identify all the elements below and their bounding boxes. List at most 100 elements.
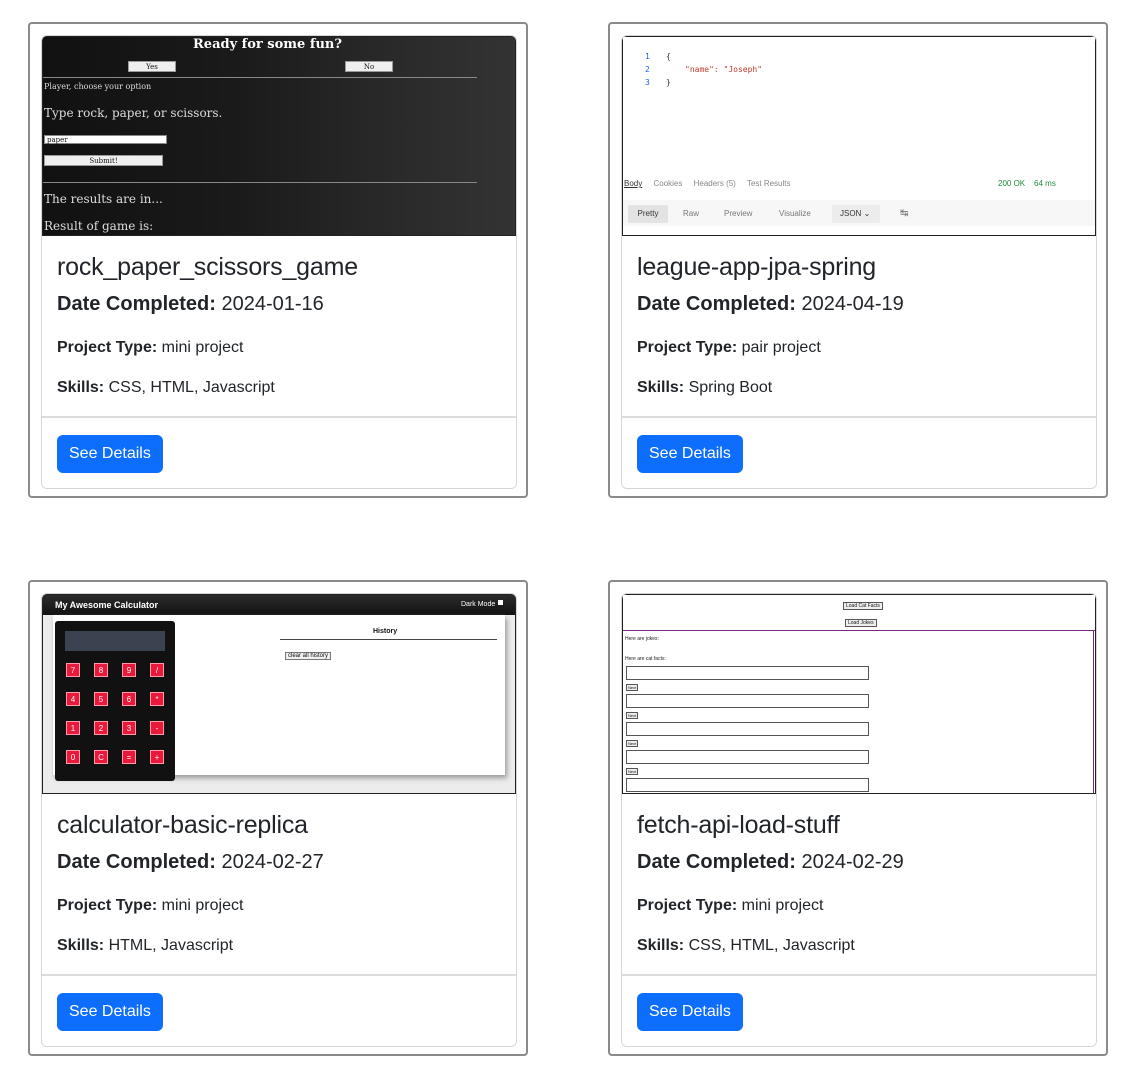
thumb-heading: Ready for some fun? [193,37,342,52]
calc-display [65,631,165,651]
view-raw: Raw [683,209,700,218]
divider [280,639,497,640]
date-completed: Date Completed: 2024-02-27 [57,851,324,874]
skills: Skills: CSS, HTML, Javascript [57,379,275,397]
calc-key: 8 [94,663,108,677]
line-number: 3 [645,78,650,87]
skills-label: Skills: [637,379,685,396]
calc-key: / [150,663,164,677]
load-facts-button: Load Cat Facts [843,602,883,610]
thumb-submit-button: Submit! [44,155,163,166]
date-completed: Date Completed: 2024-04-19 [637,293,904,316]
project-card-frame: 1 2 3 { "name": "Joseph" } Body Cookies … [608,22,1108,498]
response-status: 200 OK 64 ms [998,179,1056,188]
calc-key: 1 [66,721,80,735]
line-number: 2 [645,65,650,74]
skills-label: Skills: [637,937,685,954]
project-thumbnail: Ready for some fun? Yes No Player, choos… [42,36,516,236]
skills-label: Skills: [57,379,105,396]
calc-app-title: My Awesome Calculator [55,600,159,610]
card-footer: See Details [42,974,516,1046]
facts-label: Here are cat facts: [625,656,666,662]
dark-mode-label: Dark Mode [461,601,496,608]
date-value: 2024-02-27 [221,851,324,873]
calc-key: 5 [94,692,108,706]
calc-key: 9 [122,663,136,677]
fact-button: Next [626,684,639,691]
skills-value: HTML, Javascript [108,937,234,954]
date-completed: Date Completed: 2024-02-29 [637,851,904,874]
date-value: 2024-01-16 [221,293,324,315]
type-value: pair project [741,339,821,356]
calc-key: 0 [66,750,80,764]
see-details-button[interactable]: See Details [57,435,163,473]
divider [43,182,477,183]
clear-history-button: clear all history [285,652,332,660]
jokes-label: Here are jokes: [625,636,659,642]
see-details-button[interactable]: See Details [637,435,743,473]
see-details-button[interactable]: See Details [637,993,743,1031]
card-title: rock_paper_scissors_game [57,253,358,281]
view-preview: Preview [724,209,753,218]
load-jokes-button: Load Jokes [845,619,877,627]
type-label: Project Type: [637,897,738,914]
skills-value: Spring Boot [688,379,773,396]
tab-body: Body [624,179,643,188]
skills: Skills: HTML, Javascript [57,937,233,955]
type-value: mini project [161,897,244,914]
chevron-down-icon: ⌄ [863,209,871,218]
date-label: Date Completed: [57,851,216,873]
skills: Skills: CSS, HTML, Javascript [637,937,855,955]
project-card-frame: Ready for some fun? Yes No Player, choos… [28,22,528,498]
fact-box [626,666,869,680]
date-label: Date Completed: [637,851,796,873]
date-value: 2024-04-19 [801,293,904,315]
type-label: Project Type: [57,897,158,914]
calc-key: 6 [122,692,136,706]
response-time: 64 ms [1034,179,1056,188]
calc-key: C [94,750,108,764]
thumb-results-text: The results are in... [44,192,163,206]
project-card-frame: Load Cat Facts Load Jokes Here are jokes… [608,580,1108,1056]
wrap-icon: ↹ [900,208,909,219]
code-line: "name": "Joseph" [685,65,763,74]
card-footer: See Details [42,416,516,488]
history-heading: History [373,628,398,635]
date-completed: Date Completed: 2024-01-16 [57,293,324,316]
calc-key: 4 [66,692,80,706]
fact-button: Next [626,712,639,719]
tab-test-results: Test Results [746,179,791,188]
project-type: Project Type: pair project [637,339,821,357]
card-title: fetch-api-load-stuff [637,811,840,839]
divider [1093,631,1094,793]
skills-value: CSS, HTML, Javascript [108,379,275,396]
see-details-button[interactable]: See Details [57,993,163,1031]
thumb-result-line: Result of game is: [44,219,154,233]
project-thumbnail: Load Cat Facts Load Jokes Here are jokes… [622,594,1096,794]
fact-button: Next [626,768,639,775]
project-type: Project Type: mini project [637,897,823,915]
dark-mode-checkbox [498,600,503,605]
calc-topbar: My Awesome Calculator Dark Mode [43,595,515,615]
thumb-input: paper [44,135,167,144]
skills-label: Skills: [57,937,105,954]
project-thumbnail: My Awesome Calculator Dark Mode 7 8 9 / 4 5 6 *… [42,594,516,794]
date-label: Date Completed: [57,293,216,315]
project-card: 1 2 3 { "name": "Joseph" } Body Cookies … [621,35,1097,489]
status-code: 200 OK [998,179,1026,188]
card-title: calculator-basic-replica [57,811,308,839]
calc-key: - [150,721,164,735]
project-thumbnail: 1 2 3 { "name": "Joseph" } Body Cookies … [622,36,1096,236]
fact-box [626,694,869,708]
tab-cookies: Cookies [653,179,683,188]
project-type: Project Type: mini project [57,897,243,915]
fact-box [626,778,869,792]
skills: Skills: Spring Boot [637,379,772,397]
fact-button: Next [626,740,639,747]
project-type: Project Type: mini project [57,339,243,357]
view-visualize: Visualize [779,209,811,218]
project-card-frame: My Awesome Calculator Dark Mode 7 8 9 / 4 5 6 *… [28,580,528,1056]
type-value: mini project [741,897,824,914]
tab-headers: Headers (5) [693,179,736,188]
thumb-choose-text: Player, choose your option [44,82,152,91]
